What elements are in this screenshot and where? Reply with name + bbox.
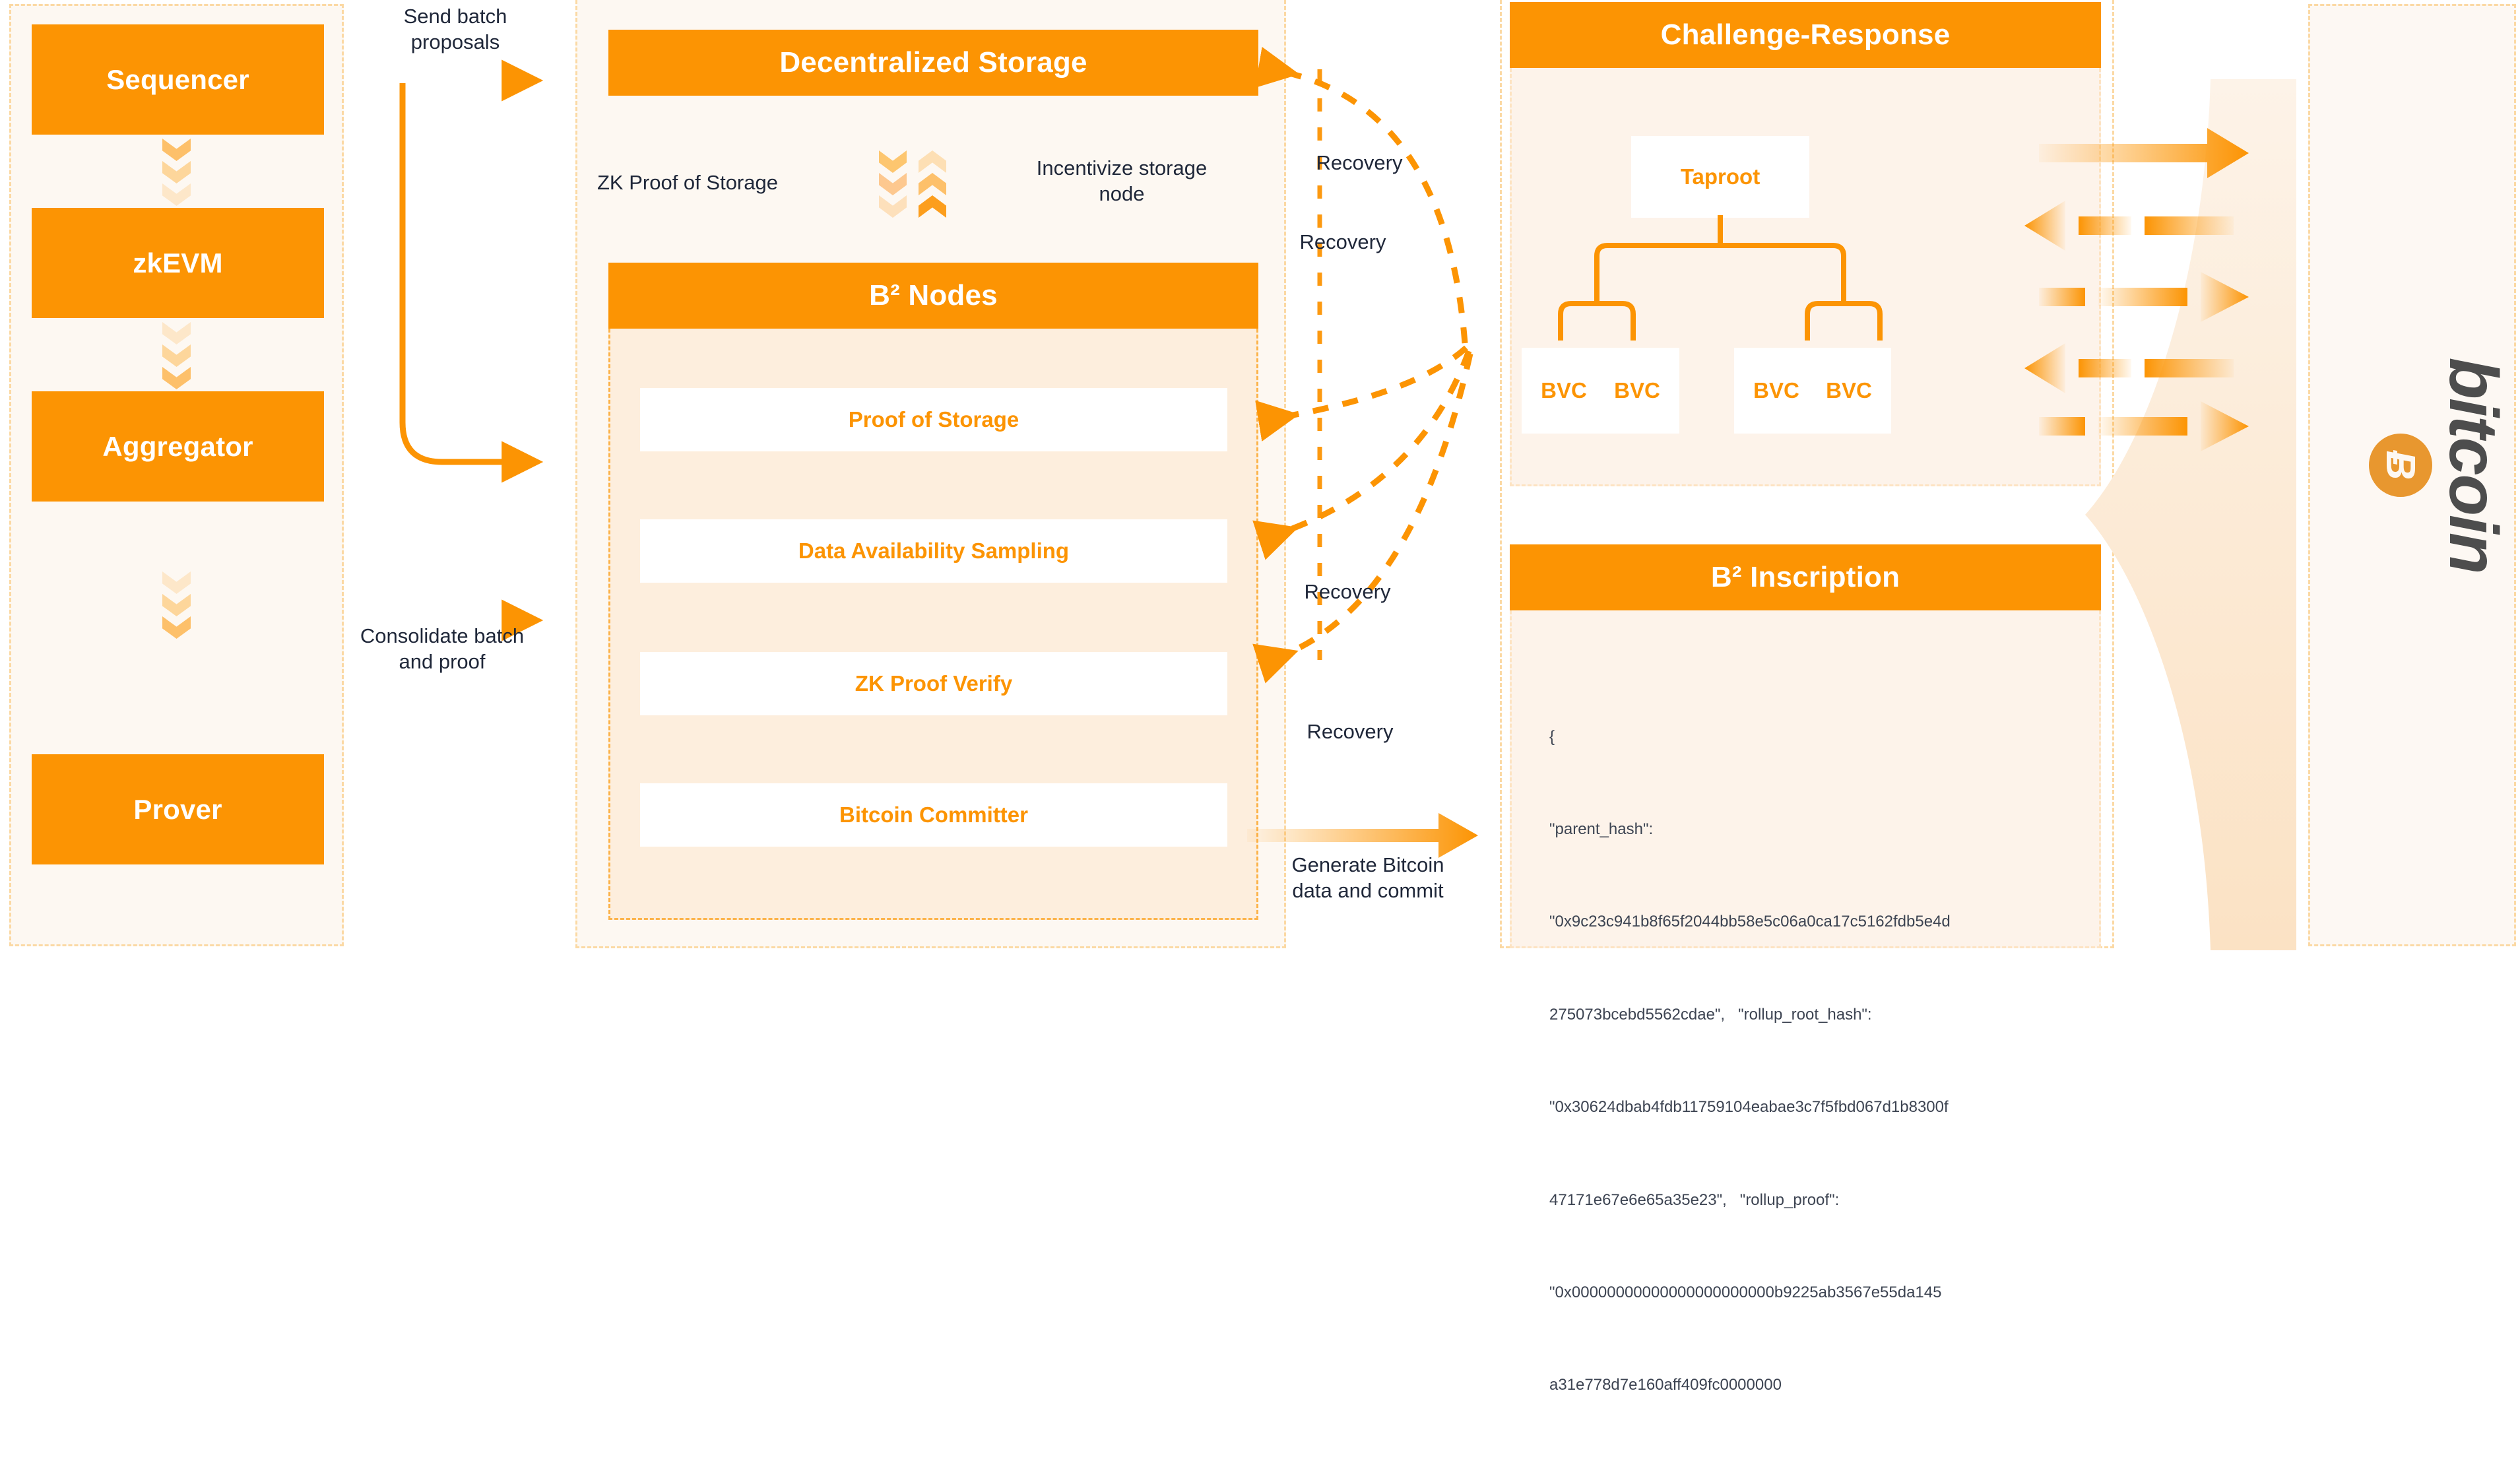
label-generate-commit-text: Generate Bitcoin data and commit <box>1291 853 1444 902</box>
card-data-availability-sampling[interactable]: Data Availability Sampling <box>640 519 1227 583</box>
label-zk-proof-of-storage-text: ZK Proof of Storage <box>597 171 778 194</box>
code-line-3: 275073bcebd5562cdae", "rollup_root_hash"… <box>1549 1005 1872 1024</box>
label-consolidate-batch-and-proof: Consolidate batch and proof <box>330 624 554 675</box>
label-zk-proof-of-storage: ZK Proof of Storage <box>597 170 841 196</box>
block-prover[interactable]: Prover <box>32 754 324 864</box>
card-bvc-2-label: BVC <box>1614 378 1660 403</box>
block-aggregator-label: Aggregator <box>102 430 253 462</box>
bitcoin-logo: bitcoin Ƀ <box>2316 358 2511 573</box>
bitcoin-wordmark: bitcoin <box>2435 357 2511 573</box>
card-bitcoin-committer[interactable]: Bitcoin Committer <box>640 783 1227 847</box>
inscription-code-block: { "parent_hash": "0x9c23c941b8f65f2044bb… <box>1549 660 2077 1463</box>
card-bvc-1[interactable]: BVC <box>1522 348 1606 434</box>
block-aggregator[interactable]: Aggregator <box>32 391 324 502</box>
card-bvc-2[interactable]: BVC <box>1595 348 1679 434</box>
label-recovery-4: Recovery <box>1264 719 1436 745</box>
label-recovery-1-text: Recovery <box>1316 151 1403 174</box>
code-line-2: "0x9c23c941b8f65f2044bb58e5c06a0ca17c516… <box>1549 913 1951 931</box>
card-taproot-label: Taproot <box>1680 164 1761 189</box>
bitcoin-exchange-arrows <box>2024 128 2249 451</box>
chevron-down-icon-3 <box>162 571 191 639</box>
card-bvc-3-label: BVC <box>1753 378 1799 403</box>
card-bvc-1-label: BVC <box>1541 378 1587 403</box>
card-zk-proof-verify-label: ZK Proof Verify <box>855 671 1013 696</box>
block-zkevm-label: zkEVM <box>133 247 223 278</box>
card-bvc-4-label: BVC <box>1826 378 1872 403</box>
label-incentivize-storage-node: Incentivize storage node <box>996 156 1247 207</box>
card-taproot[interactable]: Taproot <box>1631 136 1809 218</box>
code-line-6: "0x00000000000000000000000b9225ab3567e55… <box>1549 1283 1942 1301</box>
card-proof-of-storage[interactable]: Proof of Storage <box>640 388 1227 451</box>
label-consolidate-text: Consolidate batch and proof <box>360 624 525 673</box>
flow-arrows-left <box>323 59 544 641</box>
bitcoin-coin-icon: Ƀ <box>2369 434 2432 497</box>
label-recovery-2-text: Recovery <box>1299 230 1386 253</box>
header-decentralized-storage[interactable]: Decentralized Storage <box>608 30 1258 96</box>
label-incentivize-storage-node-text: Incentivize storage node <box>1036 156 1208 205</box>
block-sequencer-label: Sequencer <box>106 63 249 95</box>
label-recovery-3: Recovery <box>1262 579 1433 605</box>
label-generate-bitcoin-data-and-commit: Generate Bitcoin data and commit <box>1256 853 1480 904</box>
code-line-4: "0x30624dbab4fdb11759104eabae3c7f5fbd067… <box>1549 1098 1949 1117</box>
card-data-availability-sampling-label: Data Availability Sampling <box>798 538 1070 563</box>
label-recovery-4-text: Recovery <box>1307 720 1394 743</box>
card-bitcoin-committer-label: Bitcoin Committer <box>839 802 1028 827</box>
label-send-batch-proposals-text: Send batch proposals <box>403 5 507 53</box>
label-send-batch-proposals: Send batch proposals <box>356 4 554 55</box>
card-zk-proof-verify[interactable]: ZK Proof Verify <box>640 652 1227 715</box>
architecture-diagram: Sequencer zkEVM Aggregator Prover Send b… <box>0 0 2520 1394</box>
card-bvc-3[interactable]: BVC <box>1734 348 1819 434</box>
header-b2-inscription-label: B² Inscription <box>1710 561 1900 593</box>
code-line-0: { <box>1549 727 1555 746</box>
code-line-1: "parent_hash": <box>1549 820 1654 838</box>
header-decentralized-storage-label: Decentralized Storage <box>779 46 1087 79</box>
chevron-down-icon-2 <box>162 322 191 389</box>
label-recovery-1: Recovery <box>1274 150 1445 176</box>
header-b2-inscription[interactable]: B² Inscription <box>1510 544 2101 610</box>
label-recovery-3-text: Recovery <box>1304 580 1391 603</box>
card-proof-of-storage-label: Proof of Storage <box>848 407 1019 432</box>
block-sequencer[interactable]: Sequencer <box>32 24 324 135</box>
chevron-up-icon-storage <box>919 150 946 218</box>
bitcoin-symbol: Ƀ <box>2377 450 2424 480</box>
code-line-7: a31e778d7e160aff409fc0000000 <box>1549 1376 1782 1394</box>
label-recovery-2: Recovery <box>1257 230 1429 255</box>
card-bvc-4[interactable]: BVC <box>1807 348 1891 434</box>
block-zkevm[interactable]: zkEVM <box>32 208 324 318</box>
code-line-5: 47171e67e6e65a35e23", "rollup_proof": <box>1549 1190 1840 1209</box>
chevron-down-icon-storage <box>879 150 907 218</box>
chevron-down-icon-1 <box>162 139 191 206</box>
header-b2-nodes[interactable]: B² Nodes <box>608 263 1258 329</box>
block-prover-label: Prover <box>133 793 222 825</box>
header-b2-nodes-label: B² Nodes <box>869 279 998 311</box>
header-challenge-response[interactable]: Challenge-Response <box>1510 2 2101 68</box>
header-challenge-response-label: Challenge-Response <box>1660 18 1951 51</box>
